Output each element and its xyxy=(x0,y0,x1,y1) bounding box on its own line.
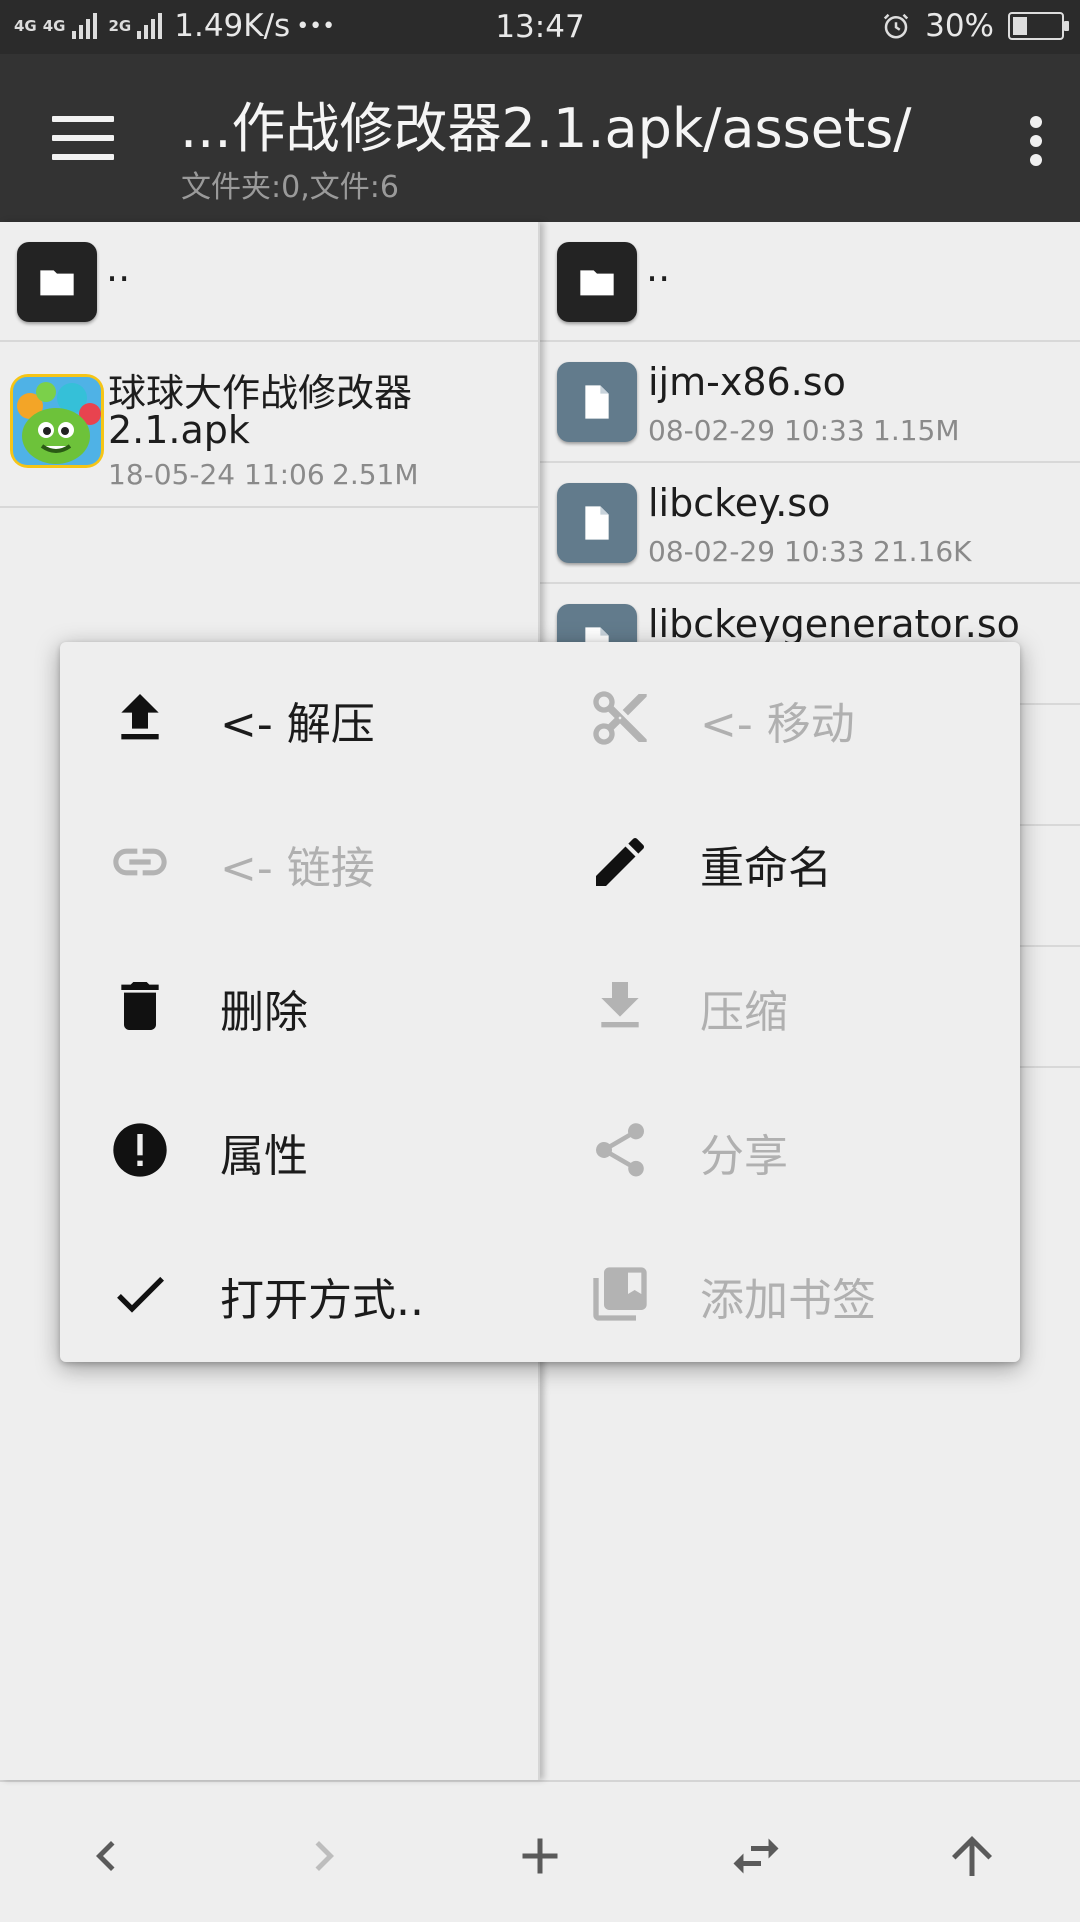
bookmark-icon xyxy=(593,1267,647,1321)
battery-percent: 30% xyxy=(925,8,994,44)
file-size: 21.16K xyxy=(873,535,972,568)
pencil-icon xyxy=(596,837,645,886)
menu-item-label: 打开方式.. xyxy=(220,1275,424,1326)
file-date: 08-02-29 10:33 xyxy=(648,535,865,568)
menu-item-label: 删除 xyxy=(220,987,308,1038)
status-bar: 4G 4G 2G 1.49K/s ••• 13:47 30% xyxy=(0,0,1080,54)
folder-file-count: 文件夹:0,文件:6 xyxy=(181,170,399,205)
menu-item-compress[interactable]: 压缩 xyxy=(540,930,1020,1074)
parent-folder-label: .. xyxy=(646,246,671,290)
menu-item-label: <- 链接 xyxy=(220,843,375,894)
file-size: 1.15M xyxy=(873,414,960,447)
plus-icon[interactable] xyxy=(510,1826,570,1886)
menu-item-extract[interactable]: <- 解压 xyxy=(60,642,540,786)
file-date: 08-02-29 10:33 xyxy=(648,414,865,447)
status-right: 30% xyxy=(881,8,1069,44)
list-item[interactable]: 球球大作战修改器 2.1.apk 18-05-24 11:06 2.51M xyxy=(0,342,538,508)
menu-item-bookmark[interactable]: 添加书签 xyxy=(540,1218,1020,1362)
battery-fill xyxy=(1013,17,1027,35)
chevron-right-icon[interactable] xyxy=(294,1826,354,1886)
upload-icon xyxy=(121,694,159,740)
file-name: libckey.so xyxy=(648,481,831,525)
info-icon xyxy=(113,1123,167,1177)
folder-icon xyxy=(557,242,637,322)
alarm-icon xyxy=(883,13,909,39)
app-toolbar: ...作战修改器2.1.apk/assets/ 文件夹:0,文件:6 xyxy=(0,54,1080,222)
parent-folder-row[interactable]: .. xyxy=(0,222,538,342)
file-name: libckeygenerator.so xyxy=(648,602,1020,646)
menu-item-label: 属性 xyxy=(220,1131,308,1182)
folder-icon xyxy=(17,242,97,322)
app-icon xyxy=(10,374,104,468)
file-name: ijm-x86.so xyxy=(648,360,846,404)
list-item[interactable]: ijm-x86.so 08-02-29 10:33 1.15M xyxy=(540,342,1080,463)
file-date: 18-05-24 11:06 xyxy=(108,458,325,491)
download-icon xyxy=(601,982,639,1028)
battery-icon xyxy=(1008,12,1069,40)
arrow-up-icon[interactable] xyxy=(942,1826,1002,1886)
menu-item-move[interactable]: <- 移动 xyxy=(540,642,1020,786)
menu-item-label: 添加书签 xyxy=(700,1275,876,1326)
menu-item-delete[interactable]: 删除 xyxy=(60,930,540,1074)
file-icon xyxy=(557,362,637,442)
check-icon xyxy=(117,1276,164,1313)
list-item[interactable]: libckey.so 08-02-29 10:33 21.16K xyxy=(540,463,1080,584)
menu-item-link[interactable]: <- 链接 xyxy=(60,786,540,930)
more-options-icon[interactable] xyxy=(1030,116,1042,166)
menu-item-share[interactable]: 分享 xyxy=(540,1074,1020,1218)
file-icon xyxy=(557,483,637,563)
menu-item-label: 重命名 xyxy=(700,843,832,894)
menu-item-rename[interactable]: 重命名 xyxy=(540,786,1020,930)
share-icon xyxy=(595,1123,645,1177)
file-name-line-2: 2.1.apk xyxy=(108,408,250,452)
menu-item-properties[interactable]: 属性 xyxy=(60,1074,540,1218)
menu-item-label: 分享 xyxy=(700,1131,788,1182)
menu-item-label: 压缩 xyxy=(700,987,788,1038)
parent-folder-row[interactable]: .. xyxy=(540,222,1080,342)
menu-icon[interactable] xyxy=(52,116,114,160)
menu-item-label: <- 解压 xyxy=(220,699,375,750)
link-icon xyxy=(113,848,167,876)
file-size: 2.51M xyxy=(332,458,419,491)
scissors-icon xyxy=(593,691,647,745)
bottom-bar xyxy=(0,1780,1080,1922)
swap-icon[interactable] xyxy=(726,1826,786,1886)
menu-item-open-with[interactable]: 打开方式.. xyxy=(60,1218,540,1362)
chevron-left-icon[interactable] xyxy=(76,1826,136,1886)
trash-icon xyxy=(121,982,159,1030)
menu-item-label: <- 移动 xyxy=(700,699,855,750)
path-title: ...作战修改器2.1.apk/assets/ xyxy=(180,97,912,160)
parent-folder-label: .. xyxy=(106,246,131,290)
context-menu: <- 解压 <- 移动 <- 链接 重命名 删除 压缩 属性 分享 打开方式..… xyxy=(60,642,1020,1362)
